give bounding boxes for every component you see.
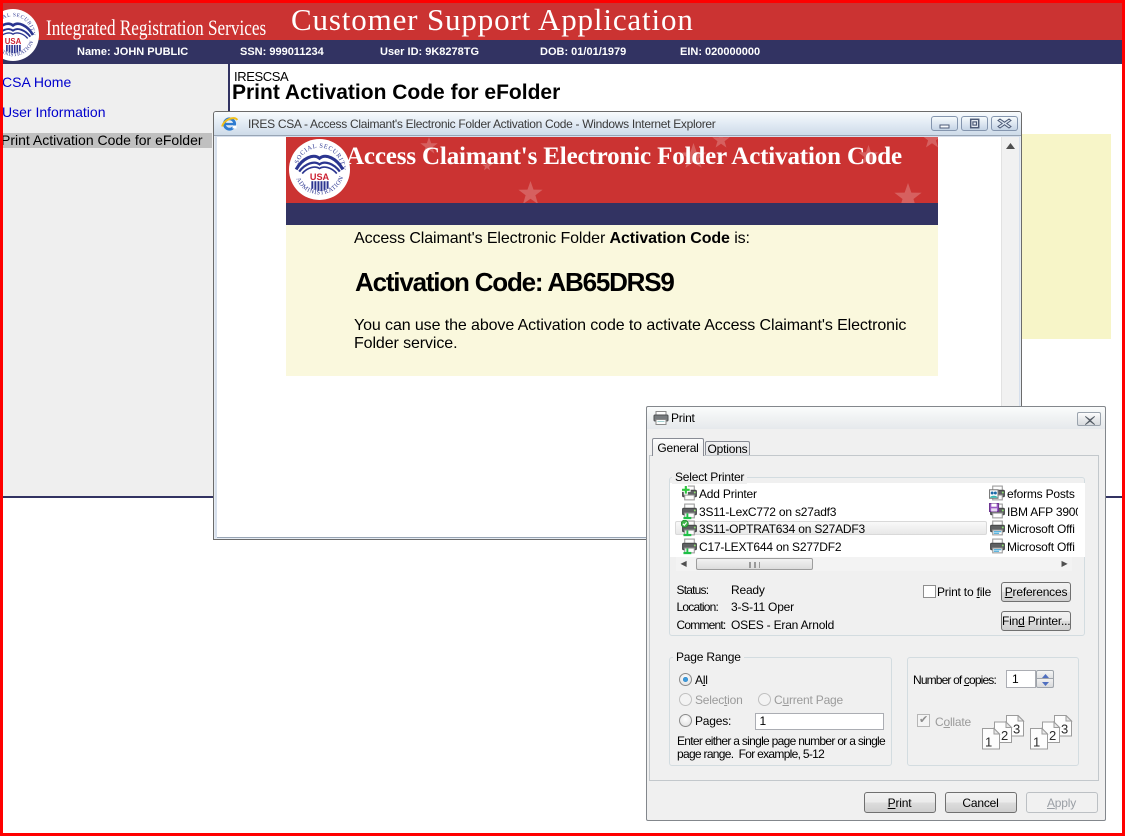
svg-text:1: 1: [985, 734, 992, 749]
svg-text:3: 3: [1013, 721, 1020, 736]
svg-text:2: 2: [1001, 728, 1008, 743]
